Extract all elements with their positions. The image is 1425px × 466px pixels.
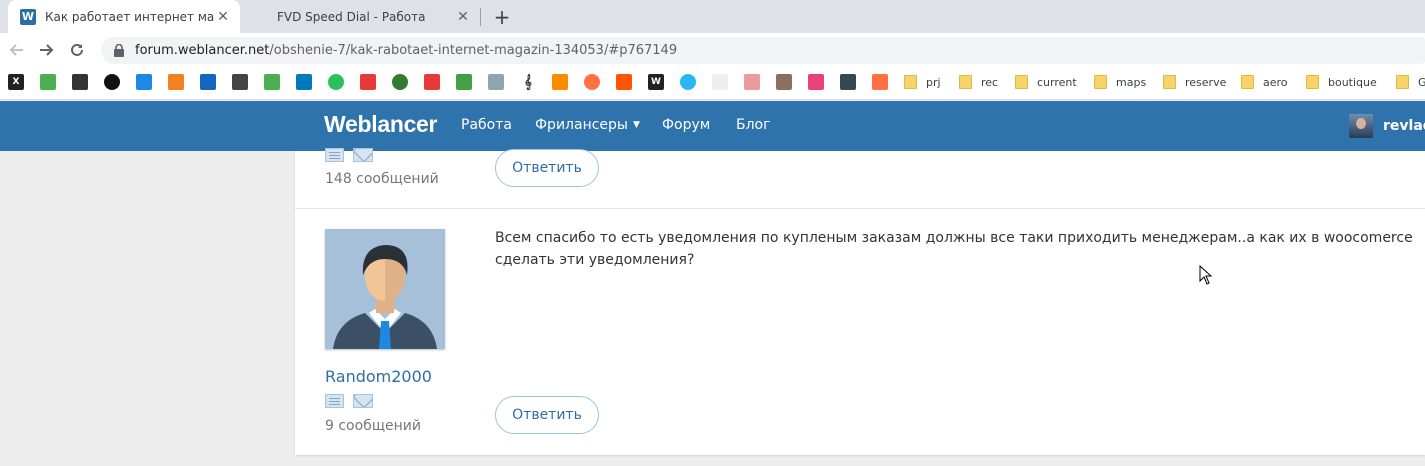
- post-divider: [295, 208, 1425, 209]
- browser-toolbar: forum.weblancer.net/obshenie-7/kak-rabot…: [0, 33, 1425, 66]
- forum-thread: 148 сообщений Ответить Random2000 9 сооб…: [295, 148, 1425, 455]
- arrow-right-icon: [40, 44, 54, 56]
- evernote-bookmark-icon[interactable]: [328, 74, 344, 90]
- mouse-cursor-icon: [1199, 265, 1213, 285]
- bookmark-folder-aero[interactable]: aero: [1241, 74, 1288, 90]
- stackoverflow-bookmark-icon[interactable]: [168, 74, 184, 90]
- tab-title: Как работает интернет магазин: [45, 9, 214, 24]
- user-menu[interactable]: revlad: [1349, 114, 1425, 138]
- bookmark-folder-reserve[interactable]: reserve: [1163, 74, 1226, 90]
- trello-bookmark-icon[interactable]: [296, 74, 312, 90]
- orange-bookmark-icon[interactable]: [872, 74, 888, 90]
- nav-forum[interactable]: Форум: [662, 117, 710, 133]
- folder-icon: [1015, 75, 1028, 89]
- codepen-bookmark-icon[interactable]: [232, 74, 248, 90]
- address-bar[interactable]: forum.weblancer.net/obshenie-7/kak-rabot…: [101, 37, 1425, 64]
- profile-doc-icon[interactable]: [325, 394, 344, 408]
- vue-bookmark-icon[interactable]: [840, 74, 856, 90]
- x-bookmark-icon[interactable]: X: [8, 74, 24, 90]
- green-square-bookmark-icon[interactable]: [264, 74, 280, 90]
- folder-icon: [1163, 75, 1176, 89]
- nav-blog[interactable]: Блог: [736, 117, 770, 133]
- folder-icon: [1396, 75, 1409, 89]
- site-navbar: Weblancer Работа Фрилансеры ▼ Форум Блог …: [0, 101, 1425, 151]
- speed-dial-favicon-icon: [252, 8, 268, 25]
- treble-clef-bookmark-icon[interactable]: 𝄞: [520, 74, 536, 90]
- pocket-bookmark-icon[interactable]: [136, 74, 152, 90]
- back-button[interactable]: [4, 37, 30, 63]
- message-count: 148 сообщений: [325, 171, 439, 187]
- github-bookmark-icon[interactable]: [104, 74, 120, 90]
- nav-freelancers[interactable]: Фрилансеры ▼: [535, 117, 640, 133]
- folder-icon: [959, 75, 972, 89]
- folder-icon: [904, 75, 917, 89]
- tab-speed-dial[interactable]: FVD Speed Dial - Работа ✕: [240, 0, 480, 33]
- bookmark-folder-boutique[interactable]: boutique: [1306, 74, 1377, 90]
- nav-work[interactable]: Работа: [461, 117, 512, 133]
- author-name[interactable]: Random2000: [325, 367, 432, 386]
- bookmark-folder-current[interactable]: current: [1015, 74, 1077, 90]
- reply-button[interactable]: Ответить: [495, 396, 599, 434]
- site-logo[interactable]: Weblancer: [324, 111, 438, 138]
- bookmark-folder-maps[interactable]: maps: [1094, 74, 1146, 90]
- tv-bookmark-icon[interactable]: [488, 74, 504, 90]
- leaf-bookmark-icon[interactable]: [40, 74, 56, 90]
- profile-doc-icon[interactable]: [325, 148, 344, 162]
- tab-title: FVD Speed Dial - Работа: [277, 9, 426, 24]
- url-text: forum.weblancer.net/obshenie-7/kak-rabot…: [135, 43, 677, 58]
- tab-active[interactable]: W Как работает интернет магазин ✕: [8, 0, 240, 33]
- w-bookmark-icon[interactable]: W: [648, 74, 664, 90]
- lock-icon: [113, 44, 125, 58]
- striped-bookmark-icon[interactable]: [744, 74, 760, 90]
- bookmark-folder-g[interactable]: G: [1396, 74, 1425, 90]
- caret-down-icon: ▼: [632, 120, 640, 130]
- post-author-actions: [325, 394, 373, 408]
- bookmarks-bar: X 𝄞 W prj rec current maps reserve aero …: [0, 66, 1425, 100]
- new-tab-button[interactable]: +: [490, 5, 514, 29]
- user-avatar: [1349, 114, 1373, 138]
- adobe-bookmark-icon[interactable]: [424, 74, 440, 90]
- url-host: forum.weblancer.net: [135, 43, 270, 58]
- tab-separator: [480, 8, 481, 26]
- user-name: revlad: [1383, 118, 1425, 134]
- url-path: /obshenie-7/kak-rabotaet-internet-magazi…: [269, 43, 678, 58]
- pink-bookmark-icon[interactable]: [808, 74, 824, 90]
- cross-bookmark-icon[interactable]: [456, 74, 472, 90]
- forward-button[interactable]: [33, 37, 59, 63]
- post-body: Всем спасибо то есть уведомления по купл…: [495, 230, 1413, 268]
- tab-close-icon[interactable]: ✕: [454, 8, 472, 26]
- folder-icon: [1306, 75, 1319, 89]
- equalizer-bookmark-icon[interactable]: [552, 74, 568, 90]
- folder-icon: [1241, 75, 1254, 89]
- tab-close-icon[interactable]: ✕: [214, 8, 232, 26]
- arrow-left-icon: [9, 44, 23, 56]
- round-green-bookmark-icon[interactable]: [392, 74, 408, 90]
- circle-blue-bookmark-icon[interactable]: [680, 74, 696, 90]
- mail-icon[interactable]: [353, 394, 373, 408]
- weblancer-favicon-icon: W: [20, 8, 36, 25]
- reply-button[interactable]: Ответить: [495, 149, 599, 187]
- dots-bookmark-icon[interactable]: [712, 74, 728, 90]
- music-bookmark-icon[interactable]: [584, 74, 600, 90]
- mail-icon[interactable]: [353, 148, 373, 162]
- folder-icon: [1094, 75, 1107, 89]
- reload-button[interactable]: [64, 37, 90, 63]
- soundcloud-bookmark-icon[interactable]: [616, 74, 632, 90]
- red-bookmark-icon[interactable]: [360, 74, 376, 90]
- message-count: 9 сообщений: [325, 418, 421, 434]
- tab-strip: W Как работает интернет магазин ✕ FVD Sp…: [0, 0, 1425, 33]
- bookmark-folder-rec[interactable]: rec: [959, 74, 998, 90]
- dark-bookmark-icon[interactable]: [72, 74, 88, 90]
- post-author-actions: [325, 148, 373, 162]
- photo-bookmark-icon[interactable]: [776, 74, 792, 90]
- businessman-avatar-icon: [325, 229, 445, 349]
- bookmark-folder-prj[interactable]: prj: [904, 74, 941, 90]
- reload-icon: [71, 43, 83, 56]
- blue-doc-bookmark-icon[interactable]: [200, 74, 216, 90]
- author-avatar: [325, 229, 445, 349]
